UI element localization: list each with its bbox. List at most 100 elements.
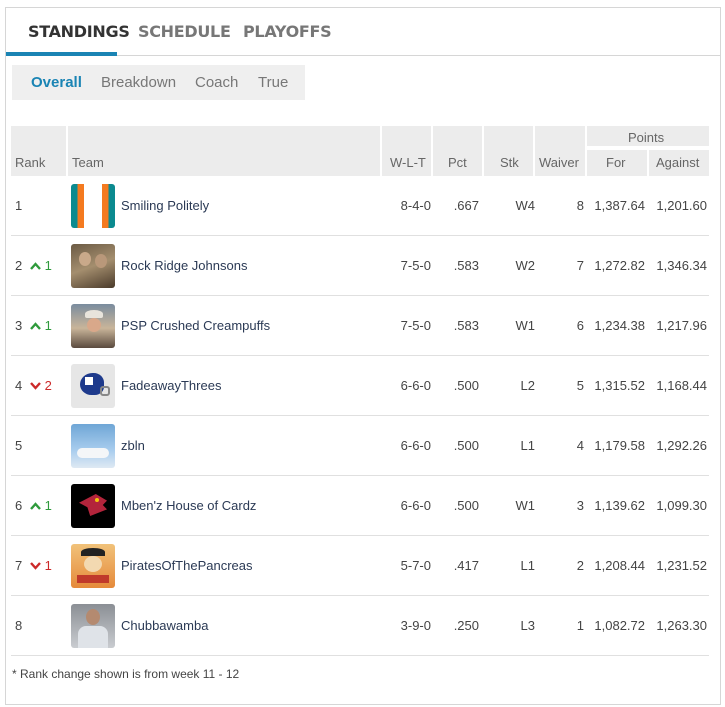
sky-clouds-photo[interactable]	[71, 424, 115, 468]
team-name-link[interactable]: Mben'z House of Cardz	[121, 476, 256, 536]
table-body: 1 Smiling Politely 8-4-0 .667 W4 8 1,387.64 1,2…	[11, 176, 709, 656]
points-for-value: 1,208.44	[594, 558, 645, 573]
rank-value: 4	[15, 378, 23, 393]
table-row: 6 1 Mben'z House of Cardz 6-6-0 .500 W1 3 1,13…	[11, 476, 709, 536]
arrow-up-icon	[30, 318, 41, 333]
header-rank[interactable]: Rank	[11, 126, 66, 176]
waiver-value: 7	[576, 258, 584, 273]
pct-value: .250	[453, 618, 479, 633]
waiver-value: 6	[576, 318, 584, 333]
rank-value: 3	[15, 318, 23, 333]
team-name-link[interactable]: zbln	[121, 416, 145, 476]
streak-value: W1	[515, 498, 536, 513]
team-name-link[interactable]: Smiling Politely	[121, 176, 209, 236]
subnav-coach[interactable]: Coach	[195, 65, 238, 100]
points-against-value: 1,263.30	[656, 618, 707, 633]
waiver-value: 2	[576, 558, 584, 573]
header-pct[interactable]: Pct	[433, 126, 482, 176]
header-waiver[interactable]: Waiver	[535, 126, 585, 176]
waiver-value: 5	[576, 378, 584, 393]
team-name-link[interactable]: PSP Crushed Creampuffs	[121, 296, 270, 356]
table-row: 4 2 FadeawayThrees 6-6-0 .500 L2 5 1,315.52 1,1…	[11, 356, 709, 416]
table-row: 7 1 PiratesOfThePancreas 5-7-0 .417 L1 2 1,208…	[11, 536, 709, 596]
team-name-link[interactable]: Rock Ridge Johnsons	[121, 236, 247, 296]
football-helmet-logo[interactable]	[71, 364, 115, 408]
header-points-for[interactable]: For	[587, 150, 647, 176]
arrow-down-icon	[30, 558, 41, 573]
wlt-value: 5-7-0	[400, 558, 431, 573]
wlt-value: 3-9-0	[400, 618, 431, 633]
active-tab-indicator	[6, 52, 117, 56]
pct-value: .500	[453, 438, 479, 453]
header-team[interactable]: Team	[68, 126, 380, 176]
arrow-up-icon	[30, 258, 41, 273]
rank-change-down: 1	[30, 536, 52, 596]
rank-value: 8	[15, 618, 23, 633]
waiver-value: 1	[576, 618, 584, 633]
tab-standings[interactable]: STANDINGS	[28, 8, 130, 56]
team-name-link[interactable]: FadeawayThrees	[121, 356, 221, 416]
header-wlt[interactable]: W-L-T	[382, 126, 431, 176]
pct-value: .583	[453, 258, 479, 273]
wlt-value: 6-6-0	[400, 498, 431, 513]
points-for-value: 1,139.62	[594, 498, 645, 513]
header-points-group: Points	[587, 126, 709, 148]
main-tabs: STANDINGS SCHEDULE PLAYOFFS	[6, 8, 720, 56]
rank-change-up: 1	[30, 296, 52, 356]
streak-value: L1	[520, 558, 535, 573]
streak-value: L3	[520, 618, 535, 633]
streak-value: W2	[515, 258, 536, 273]
rank-change-footnote: * Rank change shown is from week 11 - 12	[12, 667, 240, 681]
streak-value: W1	[515, 318, 536, 333]
table-header: Rank Team W-L-T Pct Stk Waiver Points Fo…	[11, 126, 709, 176]
points-for-value: 1,179.58	[594, 438, 645, 453]
waiver-value: 8	[576, 198, 584, 213]
table-row: 3 1 PSP Crushed Creampuffs 7-5-0 .583 W1 6 1,2…	[11, 296, 709, 356]
rank-change-up: 1	[30, 236, 52, 296]
two-men-photo[interactable]	[71, 244, 115, 288]
pct-value: .500	[453, 378, 479, 393]
tab-schedule[interactable]: SCHEDULE	[138, 8, 231, 56]
points-against-value: 1,231.52	[656, 558, 707, 573]
points-for-value: 1,234.38	[594, 318, 645, 333]
pct-value: .667	[453, 198, 479, 213]
subnav-breakdown[interactable]: Breakdown	[101, 65, 176, 100]
man-in-shirt-photo[interactable]	[71, 604, 115, 648]
dolphins-stripes-logo[interactable]	[71, 184, 115, 228]
points-for-value: 1,082.72	[594, 618, 645, 633]
table-row: 5 zbln 6-6-0 .500 L1 4 1,179.58 1,292.26	[11, 416, 709, 476]
streak-value: L1	[520, 438, 535, 453]
rank-change-value: 1	[44, 498, 52, 513]
rank-change-value: 1	[44, 558, 52, 573]
team-name-link[interactable]: Chubbawamba	[121, 596, 208, 656]
wlt-value: 6-6-0	[400, 438, 431, 453]
subnav-overall[interactable]: Overall	[31, 65, 82, 100]
streak-value: L2	[520, 378, 535, 393]
rank-change-value: 2	[44, 378, 52, 393]
rank-value: 5	[15, 438, 23, 453]
header-stk[interactable]: Stk	[484, 126, 533, 176]
points-for-value: 1,272.82	[594, 258, 645, 273]
points-against-value: 1,168.44	[656, 378, 707, 393]
points-against-value: 1,201.60	[656, 198, 707, 213]
tab-playoffs[interactable]: PLAYOFFS	[243, 8, 332, 56]
cardinal-bird-logo[interactable]	[71, 484, 115, 528]
points-for-value: 1,315.52	[594, 378, 645, 393]
pirate-cartoon-logo[interactable]	[71, 544, 115, 588]
header-points-against[interactable]: Against	[649, 150, 709, 176]
team-name-link[interactable]: PiratesOfThePancreas	[121, 536, 253, 596]
rank-change-value: 1	[44, 258, 52, 273]
table-row: 8 Chubbawamba 3-9-0 .250 L3 1 1,082.72 1,263.30	[11, 596, 709, 656]
rank-change-value: 1	[44, 318, 52, 333]
waiver-value: 4	[576, 438, 584, 453]
rank-change-down: 2	[30, 356, 52, 416]
pct-value: .583	[453, 318, 479, 333]
subnav-true[interactable]: True	[258, 65, 288, 100]
rank-value: 2	[15, 258, 23, 273]
rank-value: 7	[15, 558, 23, 573]
streak-value: W4	[515, 198, 536, 213]
rank-value: 1	[15, 198, 23, 213]
wlt-value: 7-5-0	[400, 258, 431, 273]
man-in-hat-photo[interactable]	[71, 304, 115, 348]
wlt-value: 6-6-0	[400, 378, 431, 393]
